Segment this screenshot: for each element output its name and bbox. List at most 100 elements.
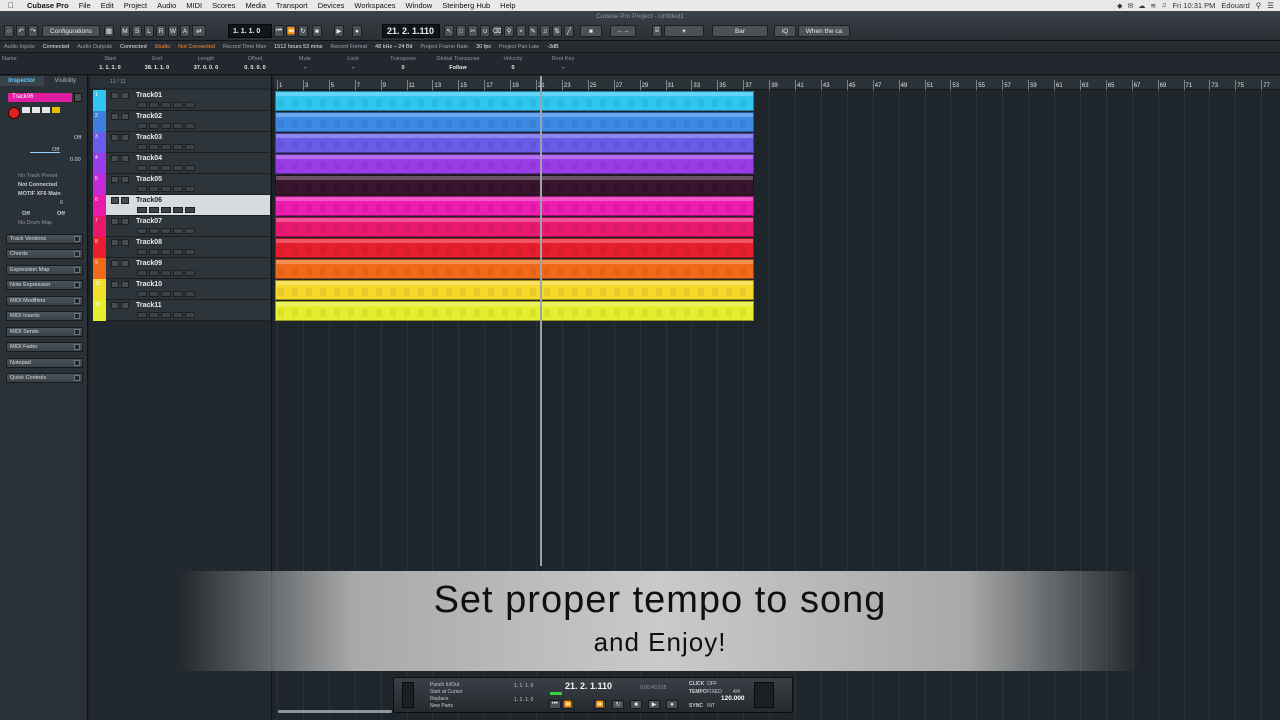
info-global-transpose[interactable]: Global Transpose Follow bbox=[430, 56, 486, 71]
snap-type-dropdown[interactable]: ▾ bbox=[664, 25, 704, 37]
track-color-strip[interactable]: 4 bbox=[93, 153, 106, 174]
record-enable-button[interactable] bbox=[137, 249, 147, 255]
menu-transport[interactable]: Transport bbox=[271, 1, 313, 10]
menu-midi[interactable]: MIDI bbox=[181, 1, 207, 10]
midi-part[interactable] bbox=[275, 238, 755, 258]
section-toggle-icon[interactable] bbox=[74, 251, 80, 257]
glue-tool-icon[interactable]: ∪ bbox=[480, 25, 490, 37]
section-midi-inserts[interactable]: MIDI Inserts bbox=[6, 311, 83, 321]
track-color-strip[interactable]: 5 bbox=[93, 174, 106, 195]
section-quick-controls[interactable]: Quick Controls bbox=[6, 373, 83, 383]
track-name[interactable]: Track02 bbox=[136, 113, 162, 120]
ruler[interactable]: 1357911131517192123252729313335373941434… bbox=[274, 76, 1280, 90]
monitor-button[interactable] bbox=[149, 207, 159, 213]
line-tool-icon[interactable]: ╱ bbox=[564, 25, 574, 37]
monitor-button[interactable] bbox=[149, 186, 159, 192]
info-offset[interactable]: Offset 0. 0. 0. 0 bbox=[235, 56, 275, 71]
section-toggle-icon[interactable] bbox=[74, 236, 80, 242]
quantize-preset-icon[interactable]: iQ bbox=[774, 25, 796, 37]
menu-project[interactable]: Project bbox=[119, 1, 152, 10]
record-enable-button[interactable] bbox=[137, 312, 147, 318]
right-locator[interactable]: 1. 1. 1. 0 bbox=[514, 697, 533, 703]
write-automation-button[interactable] bbox=[173, 312, 183, 318]
play-icon[interactable]: ▶ bbox=[334, 25, 344, 37]
menu-devices[interactable]: Devices bbox=[313, 1, 350, 10]
info-velocity[interactable]: Velocity 0 bbox=[493, 56, 533, 71]
window-layout-icon[interactable]: ▦ bbox=[104, 25, 114, 37]
solo-button[interactable] bbox=[32, 107, 40, 113]
track-color-strip[interactable]: 2 bbox=[93, 111, 106, 132]
midi-channel[interactable]: 6 bbox=[60, 200, 63, 206]
menu-steinberg-hub[interactable]: Steinberg Hub bbox=[437, 1, 495, 10]
automation-mode-button[interactable]: A bbox=[180, 25, 190, 37]
transport-start-icon[interactable]: ⏮ bbox=[549, 700, 561, 709]
record-enable-button[interactable] bbox=[137, 270, 147, 276]
transport-stop-icon[interactable]: ■ bbox=[630, 700, 642, 709]
section-chords[interactable]: Chords bbox=[6, 249, 83, 259]
track-name[interactable]: Track01 bbox=[136, 92, 162, 99]
track-name[interactable]: Track09 bbox=[136, 260, 162, 267]
monitor-button[interactable] bbox=[149, 228, 159, 234]
notification-center-icon[interactable]: ☰ bbox=[1267, 1, 1274, 10]
transport-cycle-icon[interactable]: ↻ bbox=[612, 700, 624, 709]
pan-law-value[interactable]: -3dB bbox=[547, 44, 559, 50]
track-row[interactable]: 4 Track04 bbox=[93, 153, 270, 174]
nudge-icon[interactable]: ←→ bbox=[610, 25, 636, 37]
track-color-strip[interactable]: 3 bbox=[93, 132, 106, 153]
edit-instrument-button[interactable] bbox=[185, 102, 195, 108]
transport-record-icon[interactable]: ● bbox=[666, 700, 678, 709]
transport-rewind-icon[interactable]: ⏪ bbox=[562, 700, 574, 709]
record-enable-button[interactable] bbox=[137, 165, 147, 171]
locator-display[interactable]: 1. 1. 1. 0 bbox=[228, 24, 272, 38]
record-enable-button[interactable] bbox=[137, 291, 147, 297]
listen-state-button[interactable]: L bbox=[144, 25, 154, 37]
horizontal-scrollbar[interactable] bbox=[278, 710, 392, 713]
inspector-off-4[interactable]: Off bbox=[57, 211, 65, 217]
audio-inputs-value[interactable]: Connected bbox=[43, 44, 70, 50]
inspector-track-name[interactable]: Track06 bbox=[8, 93, 72, 102]
track-name[interactable]: Track08 bbox=[136, 239, 162, 246]
section-expression-map[interactable]: Expression Map bbox=[6, 265, 83, 275]
read-automation-button[interactable] bbox=[161, 186, 171, 192]
start-at-cursor[interactable]: Start at Cursor bbox=[430, 689, 463, 695]
color-picker-icon[interactable]: ■ bbox=[580, 25, 602, 37]
write-automation-button[interactable] bbox=[173, 144, 183, 150]
mute-button[interactable] bbox=[111, 113, 119, 120]
monitor-button[interactable] bbox=[149, 102, 159, 108]
solo-button[interactable] bbox=[121, 155, 129, 162]
track-color-strip[interactable]: 8 bbox=[93, 237, 106, 258]
menu-help[interactable]: Help bbox=[495, 1, 520, 10]
read-button[interactable] bbox=[42, 107, 50, 113]
cycle-icon[interactable]: ↻ bbox=[298, 25, 308, 37]
menu-scores[interactable]: Scores bbox=[207, 1, 240, 10]
write-automation-button[interactable] bbox=[173, 165, 183, 171]
solo-button[interactable] bbox=[121, 113, 129, 120]
write-automation-button[interactable] bbox=[173, 207, 183, 213]
edit-instrument-button[interactable] bbox=[185, 291, 195, 297]
menu-app-name[interactable]: Cubase Pro bbox=[22, 1, 74, 10]
new-parts-mode[interactable]: New Parts bbox=[430, 703, 453, 709]
studio-value[interactable]: Not Connected bbox=[178, 44, 215, 50]
read-automation-button[interactable] bbox=[161, 165, 171, 171]
transport-play-icon[interactable]: ▶ bbox=[648, 700, 660, 709]
configurations-button[interactable]: Configurations bbox=[42, 25, 100, 37]
mute-button[interactable] bbox=[111, 155, 119, 162]
section-notepad[interactable]: Notepad bbox=[6, 358, 83, 368]
track-name[interactable]: Track04 bbox=[136, 155, 162, 162]
info-end[interactable]: End 38. 1. 1. 0 bbox=[137, 56, 177, 71]
mail-icon[interactable]: ✉ bbox=[1127, 2, 1133, 10]
record-enable-button[interactable] bbox=[137, 102, 147, 108]
go-to-start-icon[interactable]: ⏮ bbox=[274, 25, 284, 37]
monitor-button[interactable] bbox=[149, 270, 159, 276]
info-transpose[interactable]: Transpose 0 bbox=[383, 56, 423, 71]
menu-media[interactable]: Media bbox=[240, 1, 270, 10]
punch-in-out[interactable]: Punch In/Out bbox=[430, 682, 459, 688]
track-preset[interactable]: No Track Preset bbox=[18, 173, 57, 179]
solo-button[interactable] bbox=[121, 134, 129, 141]
track-name[interactable]: Track11 bbox=[136, 302, 162, 309]
write-automation-button[interactable] bbox=[173, 186, 183, 192]
monitor-button[interactable] bbox=[52, 107, 60, 113]
sync-value[interactable]: INT bbox=[707, 703, 715, 709]
solo-button[interactable] bbox=[121, 260, 129, 267]
track-name[interactable]: Track10 bbox=[136, 281, 162, 288]
